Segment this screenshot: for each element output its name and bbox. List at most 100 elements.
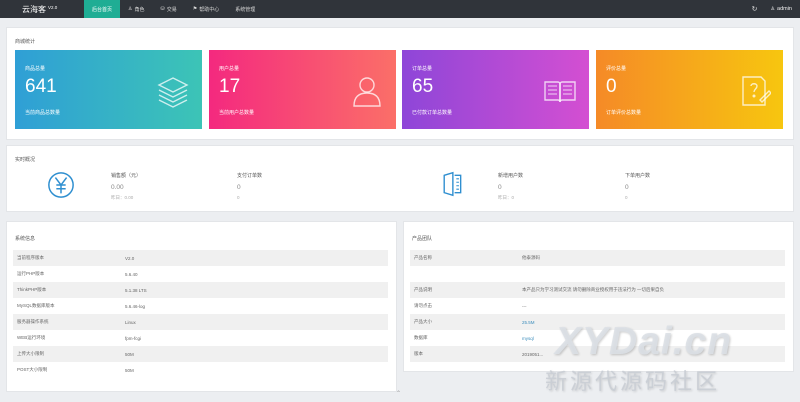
nav-item-help[interactable]: ⚑ 帮助中心	[185, 0, 228, 18]
row-key: 版本	[414, 351, 423, 356]
nav-label-home: 后台首页	[92, 6, 113, 13]
metric-label: 下单用户数	[625, 173, 651, 179]
nav-item-home[interactable]: 后台首页	[84, 0, 121, 18]
yen-icon	[48, 172, 74, 198]
stat-title: 用户总量	[219, 66, 240, 72]
stat-title: 评价总量	[606, 66, 627, 72]
realtime-panel-title: 实时概况	[15, 157, 36, 163]
row-key: 运行PHP版本	[17, 271, 45, 276]
metric-value: 0	[237, 184, 241, 191]
system-info-panel: 系统信息 当前程序版本 V2.0 运行PHP版本 5.6.40 ThinkPHP版本…	[6, 221, 397, 392]
product-team-title: 产品团队	[412, 236, 433, 242]
stat-title: 商品总量	[25, 66, 46, 72]
scroll-up-icon[interactable]: ⌃	[396, 390, 401, 397]
table-row: 运行PHP版本 5.6.40	[13, 266, 388, 282]
table-row: ThinkPHP版本 5.1.38 LTS	[13, 282, 388, 298]
main-nav: 后台首页 ♙ 角色 ⛁ 交易 ⚑ 帮助中心 系统管理	[84, 0, 263, 18]
metric-label: 销售额（元）	[111, 173, 142, 179]
row-value: V2.0	[125, 255, 135, 261]
stat-card-orders[interactable]: 订单总量 65 已付款订单总数量	[402, 50, 589, 129]
system-info-title: 系统信息	[15, 236, 36, 242]
layers-icon	[157, 77, 189, 108]
row-key: 产品名称	[414, 255, 432, 260]
metric-new-users: 新增用户数 0 昨日：0	[498, 172, 523, 201]
nav-item-trade[interactable]: ⛁ 交易	[153, 0, 185, 18]
user-icon	[353, 77, 381, 107]
table-row	[410, 266, 785, 282]
system-info-table: 当前程序版本 V2.0 运行PHP版本 5.6.40 ThinkPHP版本 5.1.3…	[13, 250, 388, 378]
brand-logo[interactable]: 云海客 V2.0	[0, 0, 84, 18]
row-value: 他泰源码	[522, 255, 540, 260]
row-value: 5.6.40	[125, 271, 138, 277]
user-menu[interactable]: ♙ admin	[765, 0, 800, 18]
table-row: 产品名称 他泰源码	[410, 250, 785, 266]
stat-card-products[interactable]: 商品总量 641 当前商品总数量	[15, 50, 202, 129]
table-row: 请勿点击 ---	[410, 298, 785, 314]
realtime-panel: 实时概况 销售额（元） 0.00 昨日：0.00 支付订单数 0 0 新增用户数…	[6, 145, 794, 212]
stat-card-reviews[interactable]: 评价总量 0 订单评价总数量	[596, 50, 783, 129]
row-value: Linux	[125, 319, 136, 325]
user-icon: ♙	[128, 6, 133, 12]
table-row: MySQL数据库版本 5.6.46-log	[13, 298, 388, 314]
row-key: WEB运行环境	[17, 335, 46, 340]
nav-item-system[interactable]: 系统管理	[227, 0, 263, 18]
metric-value: 0	[498, 184, 502, 191]
table-row: POST大小限制 50M	[13, 362, 388, 378]
stats-panel-title: 商城统计	[15, 39, 36, 45]
metric-sub: 昨日：0.00	[111, 195, 134, 200]
nav-label-help: 帮助中心	[199, 6, 220, 13]
metric-sub: 昨日：0	[498, 195, 515, 200]
row-value: 50M	[125, 367, 134, 373]
table-row: 产品说明 本产品只为学习测试交流 请勿删除商业授权用于违法行为 一切后果自负	[410, 282, 785, 298]
row-key: POST大小限制	[17, 367, 48, 372]
flag-icon: ⚑	[192, 6, 198, 12]
top-bar: 云海客 V2.0 后台首页 ♙ 角色 ⛁ 交易 ⚑ 帮助中心 系统管理 ↻ ♙ admin	[0, 0, 800, 18]
metric-sub: 0	[625, 195, 628, 200]
metric-label: 支付订单数	[237, 173, 263, 179]
row-key: 产品说明	[414, 287, 432, 292]
stat-value: 0	[606, 76, 617, 97]
brand-version: V2.0	[48, 4, 58, 10]
stat-title: 订单总量	[412, 66, 433, 72]
row-key: 上传大小限制	[17, 351, 44, 356]
row-value: ---	[522, 303, 527, 309]
user-name: admin	[777, 6, 792, 12]
nav-label-role: 角色	[134, 6, 145, 13]
nav-label-trade: 交易	[166, 6, 177, 13]
metric-label: 新增用户数	[498, 173, 524, 179]
row-key: 当前程序版本	[17, 255, 44, 260]
table-row: 当前程序版本 V2.0	[13, 250, 388, 266]
row-key: 请勿点击	[414, 303, 432, 308]
review-icon	[742, 76, 771, 106]
row-key: MySQL数据库版本	[17, 303, 55, 308]
stat-subtitle: 订单评价总数量	[606, 110, 642, 116]
stat-subtitle: 当前商品总数量	[25, 110, 61, 116]
row-value: 5.6.46-log	[125, 303, 146, 309]
metric-value: 0	[625, 184, 629, 191]
row-value: 50M	[125, 351, 134, 357]
table-row: WEB运行环境 fpm-fcgi	[13, 330, 388, 346]
stat-value: 17	[219, 76, 241, 97]
stat-subtitle: 当前用户总数量	[219, 110, 255, 116]
coins-icon: ⛁	[160, 6, 165, 12]
refresh-icon[interactable]: ↻	[745, 0, 765, 18]
nav-label-system: 系统管理	[235, 6, 256, 13]
user-icon: ♙	[770, 6, 776, 12]
nav-item-role[interactable]: ♙ 角色	[120, 0, 153, 18]
watermark-text: XYDai.cn	[555, 320, 733, 363]
row-key: 产品大小	[414, 319, 432, 324]
metric-order-users: 下单用户数 0 0	[625, 172, 650, 200]
table-row: 上传大小限制 50M	[13, 346, 388, 362]
row-key: ThinkPHP版本	[17, 287, 47, 292]
row-value: 本产品只为学习测试交流 请勿删除商业授权用于违法行为 一切后果自负	[522, 287, 664, 292]
metric-sales: 销售额（元） 0.00 昨日：0.00	[111, 172, 141, 201]
stat-card-users[interactable]: 用户总量 17 当前用户总数量	[209, 50, 396, 129]
book-icon	[544, 81, 576, 103]
row-value: 5.1.38 LTS	[125, 287, 147, 293]
metric-sub: 0	[237, 195, 240, 200]
stat-value: 65	[412, 76, 434, 97]
document-icon	[443, 171, 462, 197]
row-value: fpm-fcgi	[125, 335, 142, 341]
table-row: 服务器操作系统 Linux	[13, 314, 388, 330]
metric-paid-orders: 支付订单数 0 0	[237, 172, 262, 200]
